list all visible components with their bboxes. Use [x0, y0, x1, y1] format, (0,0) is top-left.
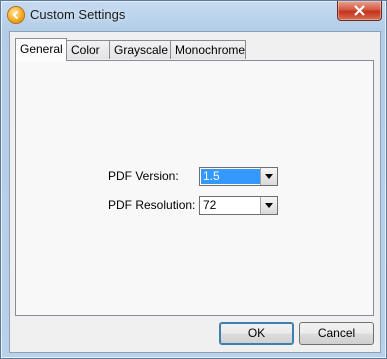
- pdf-resolution-value: 72: [203, 198, 217, 212]
- pdf-version-select[interactable]: 1.5: [199, 167, 278, 186]
- close-button[interactable]: [337, 1, 382, 21]
- close-icon: [354, 5, 365, 16]
- chevron-down-icon: [265, 174, 273, 179]
- dialog-client-area: General Color Grayscale Monochrome PDF V…: [9, 31, 381, 353]
- pdf-resolution-dropdown-button[interactable]: [260, 197, 277, 214]
- pdf-resolution-label: PDF Resolution:: [108, 198, 196, 212]
- pdf-version-value: 1.5: [201, 169, 261, 184]
- tab-general[interactable]: General: [15, 38, 67, 61]
- cancel-button[interactable]: Cancel: [299, 322, 374, 345]
- pdf-version-dropdown-button[interactable]: [260, 168, 277, 185]
- app-icon[interactable]: [8, 7, 24, 23]
- custom-settings-dialog: Custom Settings General Color Grayscale …: [0, 0, 387, 359]
- tab-color[interactable]: Color: [66, 40, 110, 59]
- pdf-resolution-select[interactable]: 72: [199, 196, 278, 215]
- tab-monochrome[interactable]: Monochrome: [170, 40, 246, 59]
- ok-button[interactable]: OK: [219, 322, 294, 345]
- tab-grayscale[interactable]: Grayscale: [109, 40, 171, 59]
- title-bar[interactable]: Custom Settings: [1, 1, 386, 29]
- chevron-down-icon: [265, 203, 273, 208]
- window-title: Custom Settings: [30, 7, 126, 22]
- pdf-version-label: PDF Version:: [108, 169, 179, 183]
- general-tab-panel: PDF Version: 1.5 PDF Resolution: 72: [15, 60, 374, 316]
